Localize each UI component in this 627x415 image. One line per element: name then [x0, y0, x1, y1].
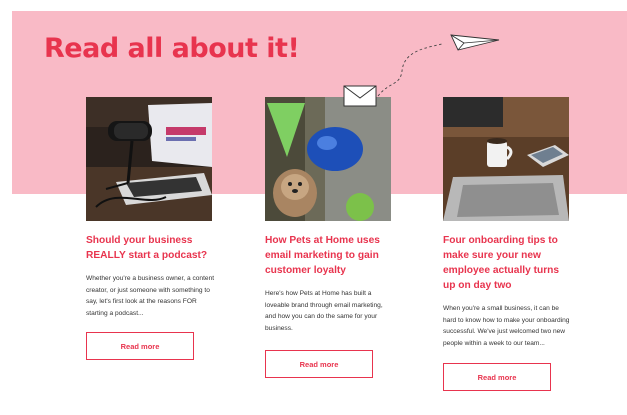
read-more-button[interactable]: Read more [265, 350, 373, 379]
card-title[interactable]: Should your business REALLY start a podc… [86, 233, 216, 263]
card-image-podcast[interactable] [86, 97, 212, 221]
card-title[interactable]: How Pets at Home uses email marketing to… [265, 233, 395, 278]
paper-plane-icon [450, 34, 500, 51]
card-image-onboarding[interactable] [443, 97, 569, 221]
envelope-icon [343, 85, 377, 107]
article-card-onboarding: Four onboarding tips to make sure your n… [443, 97, 573, 392]
read-more-button[interactable]: Read more [86, 332, 194, 361]
card-title[interactable]: Four onboarding tips to make sure your n… [443, 233, 573, 293]
card-excerpt: Here's how Pets at Home has built a love… [265, 290, 383, 332]
section-headline: Read all about it! [44, 33, 300, 64]
card-excerpt: When you're a small business, it can be … [443, 305, 570, 347]
article-card-podcast: Should your business REALLY start a podc… [86, 97, 216, 361]
card-excerpt: Whether you're a business owner, a conte… [86, 275, 215, 317]
article-card-pets-at-home: How Pets at Home uses email marketing to… [265, 97, 395, 379]
card-image-pets[interactable] [265, 97, 391, 221]
dotted-flight-path [377, 43, 443, 97]
read-more-button[interactable]: Read more [443, 363, 551, 392]
